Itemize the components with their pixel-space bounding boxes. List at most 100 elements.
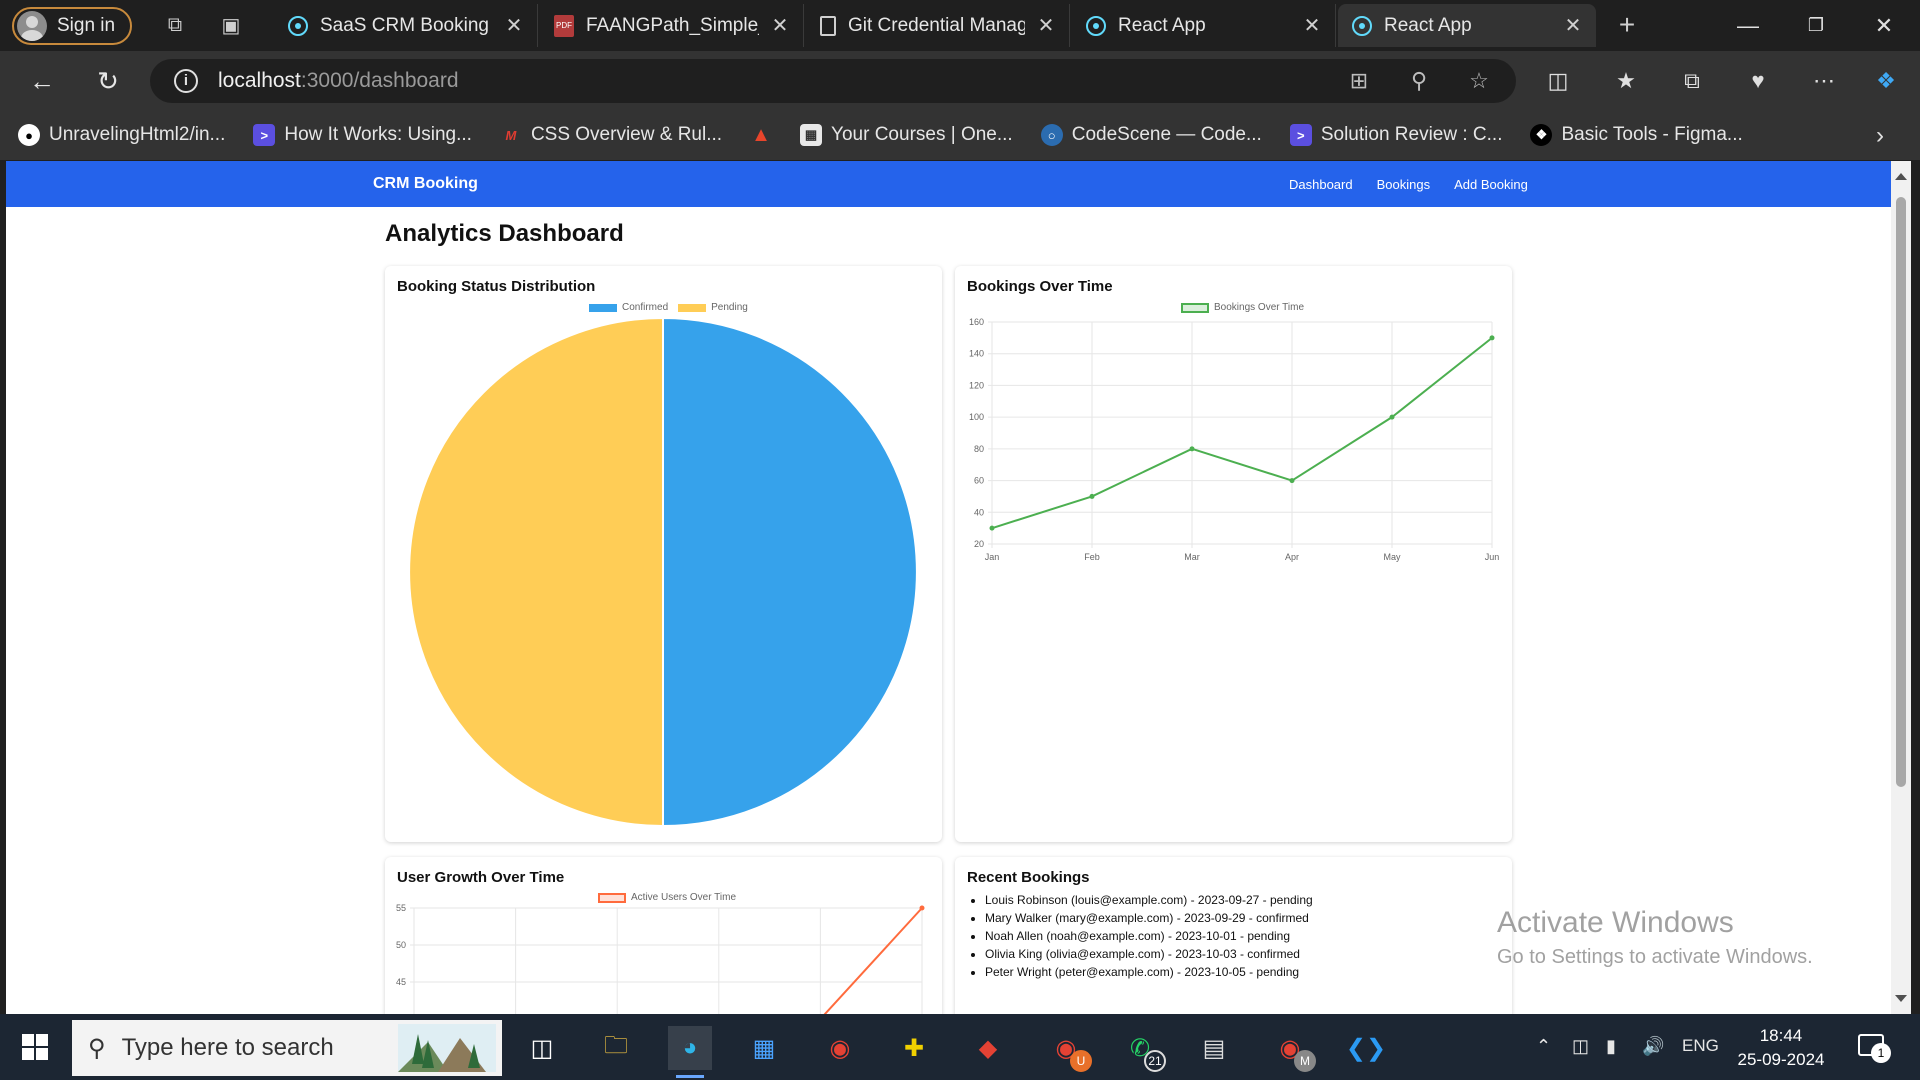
bookmark-item[interactable]: ○ CodeScene — Code...	[1040, 124, 1262, 146]
new-tab-icon[interactable]: +	[1608, 6, 1646, 44]
page-scrollbar[interactable]	[1891, 161, 1911, 1014]
list-item: Peter Wright (peter@example.com) - 2023-…	[985, 963, 1313, 981]
language-indicator[interactable]: ENG	[1682, 1036, 1719, 1056]
x-tick-label: Jan	[985, 552, 1000, 562]
document-icon	[820, 15, 836, 36]
bookmark-item[interactable]: ❖ Basic Tools - Figma...	[1530, 124, 1743, 146]
sign-in-label: Sign in	[57, 14, 116, 36]
chrome-icon[interactable]: ◉	[818, 1026, 862, 1070]
address-bar[interactable]: i localhost:3000/dashboard ⊞ ⚲ ☆	[150, 59, 1516, 103]
tab-saas-crm-booking[interactable]: SaaS CRM Booking ✕	[274, 4, 538, 47]
activate-windows-watermark: Activate Windows Go to Settings to activ…	[1497, 906, 1813, 968]
tab-react-app-active[interactable]: React App ✕	[1338, 4, 1596, 47]
store-icon[interactable]: ▦	[742, 1026, 786, 1070]
back-icon[interactable]: ←	[24, 63, 60, 99]
chrome-profile-2-icon[interactable]: ◉ M	[1268, 1026, 1316, 1072]
split-screen-icon[interactable]: ◫	[1542, 65, 1574, 97]
tab-git-credential-manager[interactable]: Git Credential Manag ✕	[806, 4, 1070, 47]
data-point	[1389, 414, 1395, 420]
profile-avatar-icon	[17, 10, 47, 41]
close-tab-icon[interactable]: ✕	[1564, 13, 1582, 38]
tab-faangpath[interactable]: PDF FAANGPath_Simple_Te ✕	[540, 4, 804, 47]
chrome-profile-icon[interactable]: ◉ U	[1044, 1026, 1092, 1072]
page-viewport: CRM Booking Dashboard Bookings Add Booki…	[6, 161, 1891, 1014]
browser-toolbar: ← ↻ i localhost:3000/dashboard ⊞ ⚲ ☆ ◫ ★…	[0, 51, 1920, 110]
bookmark-item[interactable]: > How It Works: Using...	[253, 124, 472, 146]
close-tab-icon[interactable]: ✕	[1037, 13, 1055, 38]
bookmark-item[interactable]: M CSS Overview & Rul...	[500, 124, 723, 146]
minimize-icon[interactable]: —	[1714, 0, 1782, 51]
y-tick-label: 60	[974, 476, 984, 486]
search-placeholder: Type here to search	[121, 1034, 334, 1061]
scroll-down-icon[interactable]	[1895, 995, 1907, 1002]
bookmark-item[interactable]: > Solution Review : C...	[1289, 124, 1502, 146]
battery-icon[interactable]: ▮	[1606, 1036, 1616, 1057]
user-growth-line-chart: 3540455055	[396, 903, 925, 1014]
y-tick-label: 45	[396, 977, 406, 987]
close-tab-icon[interactable]: ✕	[771, 13, 789, 38]
y-tick-label: 80	[974, 444, 984, 454]
zoom-icon[interactable]: ⚲	[1406, 68, 1432, 94]
restore-icon[interactable]: ❐	[1782, 0, 1850, 51]
app-plus-icon[interactable]: ✚	[892, 1026, 936, 1070]
y-tick-label: 100	[969, 412, 984, 422]
codescene-icon: ○	[1040, 124, 1063, 146]
recent-bookings-list: Louis Robinson (louis@example.com) - 202…	[983, 891, 1313, 981]
whatsapp-icon[interactable]: ✆ 21	[1118, 1026, 1166, 1072]
search-highlight-art-icon	[398, 1024, 496, 1072]
taskbar-search-box[interactable]: ⚲ Type here to search	[72, 1020, 502, 1076]
bookmark-item[interactable]: ▲	[750, 124, 772, 146]
more-options-icon[interactable]: ⋯	[1808, 65, 1840, 97]
meet-now-icon[interactable]: ◫	[1572, 1036, 1589, 1057]
windows-start-icon[interactable]	[14, 1032, 56, 1064]
app-brand[interactable]: CRM Booking	[373, 175, 478, 193]
list-item: Louis Robinson (louis@example.com) - 202…	[985, 891, 1313, 909]
browser-essentials-icon[interactable]: ♥	[1742, 65, 1774, 97]
tab-react-app[interactable]: React App ✕	[1072, 4, 1336, 47]
taskbar-clock[interactable]: 18:44 25-09-2024	[1733, 1024, 1829, 1072]
scroll-up-icon[interactable]	[1895, 173, 1907, 180]
copilot-icon[interactable]: ❖	[1870, 65, 1902, 97]
chevron-right-icon[interactable]: ›	[1876, 122, 1884, 150]
vscode-icon[interactable]: ❮❯	[1344, 1026, 1388, 1070]
workspaces-icon[interactable]: ⧉	[156, 7, 194, 45]
scrollbar-thumb[interactable]	[1896, 197, 1906, 787]
git-tool-icon[interactable]: ◆	[966, 1026, 1010, 1070]
show-hidden-icons-icon[interactable]: ⌃	[1536, 1036, 1551, 1057]
apps-icon[interactable]: ⊞	[1346, 68, 1372, 94]
notifications-icon[interactable]: 1	[1858, 1034, 1891, 1063]
url-text[interactable]: localhost:3000/dashboard	[218, 69, 459, 93]
sign-in-button[interactable]: Sign in	[12, 6, 132, 45]
terminal-icon[interactable]: ▤	[1192, 1026, 1236, 1070]
bookmark-item[interactable]: ▦ Your Courses | One...	[800, 124, 1013, 146]
file-explorer-icon[interactable]: 🗀	[594, 1026, 638, 1070]
data-point	[1289, 478, 1295, 484]
nav-link-dashboard[interactable]: Dashboard	[1289, 177, 1353, 192]
tab-title: React App	[1384, 14, 1472, 36]
edge-icon[interactable]: ◕	[668, 1026, 712, 1078]
site-info-icon[interactable]: i	[174, 69, 198, 93]
tab-actions-icon[interactable]: ▣	[212, 7, 250, 45]
nav-link-add-booking[interactable]: Add Booking	[1454, 177, 1528, 192]
collections-icon[interactable]: ⧉	[1676, 65, 1708, 97]
windows-taskbar: ⚲ Type here to search ◫ 🗀 ◕ ▦ ◉ ✚ ◆ ◉ U ✆…	[0, 1014, 1920, 1080]
bookmark-item[interactable]: ● UnravelingHtml2/in...	[18, 124, 225, 146]
close-window-icon[interactable]: ✕	[1850, 0, 1918, 51]
pie-chart	[408, 316, 918, 828]
close-tab-icon[interactable]: ✕	[505, 13, 523, 38]
react-icon	[1352, 15, 1372, 36]
card-title: Recent Bookings	[967, 869, 1090, 886]
reload-icon[interactable]: ↻	[90, 63, 126, 99]
bookmarks-bar: ● UnravelingHtml2/in... > How It Works: …	[0, 110, 1920, 160]
nav-link-bookings[interactable]: Bookings	[1377, 177, 1430, 192]
close-tab-icon[interactable]: ✕	[1303, 13, 1321, 38]
bookings-over-time-card: Bookings Over Time Bookings Over Time 20…	[955, 266, 1512, 842]
task-view-icon[interactable]: ◫	[520, 1026, 564, 1070]
favorite-star-icon[interactable]: ☆	[1466, 68, 1492, 94]
user-growth-card: User Growth Over Time Active Users Over …	[385, 857, 942, 1014]
x-tick-label: Feb	[1084, 552, 1100, 562]
volume-icon[interactable]: 🔊	[1642, 1036, 1664, 1057]
bookings-line-chart: 20 40 60 80 100 120 140 160 Jan Feb Mar Apr May Jun	[969, 317, 1499, 562]
series-line	[991, 337, 1493, 530]
favorites-icon[interactable]: ★	[1610, 65, 1642, 97]
